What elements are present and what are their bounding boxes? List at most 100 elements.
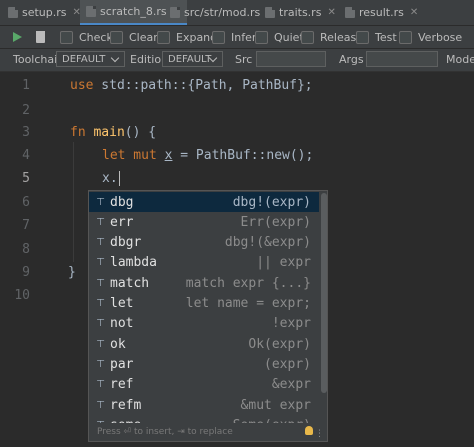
- keyword: use: [70, 78, 94, 93]
- checkbox-clean[interactable]: Clean: [110, 30, 160, 44]
- more-vertical-icon[interactable]: ⋮: [315, 429, 324, 439]
- template-icon: ⊤: [96, 237, 105, 249]
- rust-file-icon: [265, 7, 275, 18]
- checkbox-box[interactable]: [356, 30, 369, 44]
- checkbox-box[interactable]: [255, 30, 268, 44]
- run-toolbar: Check Clean Expand Infer Quiet Release T…: [0, 26, 474, 48]
- template-icon: ⊤: [96, 318, 105, 330]
- template-icon: ⊤: [96, 358, 105, 370]
- tab-label: setup.rs: [22, 6, 67, 19]
- template-icon: ⊤: [96, 257, 105, 269]
- completion-item-detail: &expr: [271, 377, 311, 393]
- code-text: = PathBuf::new();: [172, 148, 314, 163]
- toolchain-select[interactable]: DEFAULT: [56, 51, 125, 67]
- lightbulb-icon[interactable]: [305, 426, 313, 435]
- template-icon: ⊤: [96, 216, 105, 228]
- completion-item-match[interactable]: ⊤ match match expr {...}: [89, 273, 319, 293]
- line-number: 8: [22, 242, 30, 257]
- code-text: () {: [124, 125, 157, 140]
- completion-item-let[interactable]: ⊤ let let name = expr;: [89, 294, 319, 314]
- code-line-1: use std::path::{Path, PathBuf};: [70, 78, 313, 93]
- tab-result-rs[interactable]: result.rs ✕: [345, 0, 418, 25]
- completion-item-name: let: [110, 296, 134, 311]
- completion-item-lambda[interactable]: ⊤ lambda || expr: [89, 253, 319, 273]
- completion-item-refm[interactable]: ⊤ refm &mut expr: [89, 395, 319, 415]
- checkbox-label: Check: [79, 30, 113, 44]
- code-text: }: [68, 265, 76, 280]
- completion-item-detail: !expr: [271, 316, 311, 332]
- keyword: let: [102, 148, 126, 163]
- completion-item-ok[interactable]: ⊤ ok Ok(expr): [89, 334, 319, 354]
- config-toolbar: Toolchain DEFAULT Edition DEFAULT Src Ar…: [0, 49, 474, 72]
- checkbox-test[interactable]: Test: [356, 30, 397, 44]
- template-icon: ⊤: [96, 298, 105, 309]
- checkbox-release[interactable]: Release: [301, 30, 363, 44]
- completion-item-not[interactable]: ⊤ not !expr: [89, 314, 319, 334]
- tab-label: result.rs: [359, 6, 404, 19]
- scrollbar-thumb[interactable]: [321, 193, 327, 393]
- src-input[interactable]: [256, 51, 326, 67]
- completion-item-dbg[interactable]: ⊤ dbg dbg!(expr): [89, 192, 319, 212]
- checkbox-quiet[interactable]: Quiet: [255, 30, 304, 44]
- line-number: 2: [22, 103, 30, 118]
- tab-label: traits.rs: [279, 6, 322, 19]
- checkbox-box[interactable]: [301, 30, 314, 44]
- args-input[interactable]: [366, 51, 438, 67]
- completion-item-par[interactable]: ⊤ par (expr): [89, 354, 319, 374]
- completion-item-detail: Err(expr): [240, 214, 311, 230]
- completion-item-detail: let name = expr;: [185, 296, 311, 311]
- checkbox-box[interactable]: [60, 30, 73, 44]
- tab-traits-rs[interactable]: traits.rs ✕: [265, 0, 336, 25]
- checkbox-check[interactable]: Check: [60, 30, 113, 44]
- checkbox-label: Quiet: [274, 30, 304, 44]
- rust-file-icon: [345, 7, 355, 18]
- code-text: std::path::{Path, PathBuf};: [93, 78, 313, 93]
- tab-setup-rs[interactable]: setup.rs ✕: [8, 0, 81, 25]
- close-icon[interactable]: ✕: [410, 7, 418, 18]
- run-icon[interactable]: [13, 32, 22, 42]
- line-number: 1: [22, 78, 30, 93]
- code-text: x.: [102, 171, 118, 186]
- line-number: 10: [14, 288, 30, 303]
- template-icon: ⊤: [96, 338, 105, 350]
- code-line-9: }: [68, 265, 76, 280]
- keyword: mut: [125, 148, 157, 163]
- text-caret: [119, 171, 120, 186]
- checkbox-verbose[interactable]: Verbose: [399, 30, 462, 44]
- checkbox-box[interactable]: [399, 30, 412, 44]
- completion-item-name: par: [110, 356, 134, 372]
- tab-label: src/str/mod.rs: [184, 6, 261, 19]
- checkbox-label: Clean: [129, 30, 161, 44]
- checkbox-box[interactable]: [212, 30, 225, 44]
- completion-hint: Press ⏎ to insert, ⇥ to replace ⋮: [89, 423, 327, 441]
- completion-item-dbgr[interactable]: ⊤ dbgr dbg!(&expr): [89, 233, 319, 253]
- close-icon[interactable]: ✕: [327, 7, 335, 18]
- checkbox-box[interactable]: [157, 30, 170, 44]
- completion-item-detail: dbg!(&expr): [224, 235, 311, 251]
- edition-select[interactable]: DEFAULT: [162, 51, 223, 67]
- checkbox-label: Verbose: [418, 30, 463, 44]
- completion-item-detail: (expr): [264, 356, 311, 372]
- checkbox-label: Infer: [231, 30, 257, 44]
- checkbox-infer[interactable]: Infer: [212, 30, 256, 44]
- chevron-down-icon: [110, 53, 120, 63]
- args-label: Args: [339, 53, 364, 66]
- checkbox-expand[interactable]: Expand: [157, 30, 217, 44]
- tab-src-str-mod-rs[interactable]: src/str/mod.rs ✕: [170, 0, 275, 25]
- src-label: Src: [235, 53, 253, 66]
- code-line-4: let mut x = PathBuf::new();: [102, 148, 313, 163]
- completion-item-name: refm: [110, 397, 142, 413]
- completion-item-detail: match expr {...}: [185, 275, 311, 291]
- template-icon: ⊤: [96, 196, 105, 208]
- completion-item-ref[interactable]: ⊤ ref &expr: [89, 375, 319, 395]
- checkbox-box[interactable]: [110, 30, 123, 44]
- line-number: 4: [22, 148, 30, 163]
- trash-icon[interactable]: [36, 31, 45, 43]
- checkbox-label: Test: [375, 30, 397, 44]
- template-icon: ⊤: [96, 379, 105, 391]
- completion-item-err[interactable]: ⊤ err Err(expr): [89, 212, 319, 232]
- completion-popup[interactable]: ⊤ dbg dbg!(expr) ⊤ err Err(expr) ⊤ dbgr dbg!(&ex…: [88, 190, 328, 442]
- keyword: fn: [70, 125, 86, 140]
- edition-value: DEFAULT: [168, 53, 212, 65]
- line-number: 9: [22, 265, 30, 280]
